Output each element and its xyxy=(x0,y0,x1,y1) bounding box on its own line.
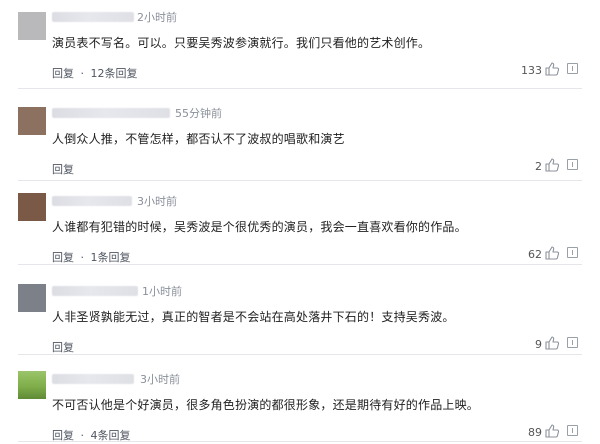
comment-item: 1小时前 人非圣贤孰能无过，真正的智者是不会站在高处落井下石的！支持吴秀波。 回… xyxy=(0,284,600,358)
reply-button[interactable]: 回复 xyxy=(52,67,74,80)
avatar[interactable] xyxy=(18,107,46,135)
view-replies-link[interactable]: 12条回复 xyxy=(91,67,138,80)
report-icon[interactable] xyxy=(567,63,578,74)
comment-item: 3小时前 人谁都有犯错的时候，吴秀波是个很优秀的演员，我会一直喜欢看你的作品。 … xyxy=(0,193,600,268)
comment-text: 不可否认他是个好演员，很多角色扮演的都很形象，还是期待有好的作品上映。 xyxy=(52,398,480,412)
thumbs-up-icon[interactable] xyxy=(544,245,560,261)
username[interactable] xyxy=(52,374,134,384)
like-count: 2 xyxy=(535,160,542,173)
separator: · xyxy=(80,251,85,264)
comment-time: 3小时前 xyxy=(137,195,177,208)
comment-list: 2小时前 演员表不写名。可以。只要吴秀波参演就行。我们只看他的艺术创作。 回复 … xyxy=(0,0,600,444)
comment-time: 2小时前 xyxy=(137,11,177,24)
report-icon[interactable] xyxy=(567,425,578,436)
divider xyxy=(18,264,582,265)
divider xyxy=(18,354,582,355)
reply-button[interactable]: 回复 xyxy=(52,163,74,176)
divider xyxy=(18,180,582,181)
avatar[interactable] xyxy=(18,193,46,221)
thumbs-up-icon[interactable] xyxy=(544,335,560,351)
reply-button[interactable]: 回复 xyxy=(52,251,74,264)
thumbs-up-icon[interactable] xyxy=(544,61,560,77)
comment-actions: 回复 xyxy=(52,339,74,355)
comment-item: 2小时前 演员表不写名。可以。只要吴秀波参演就行。我们只看他的艺术创作。 回复 … xyxy=(0,11,600,84)
comment-actions: 回复 · 12条回复 xyxy=(52,65,138,81)
username[interactable] xyxy=(52,12,134,22)
like-count: 133 xyxy=(521,64,542,77)
view-replies-link[interactable]: 1条回复 xyxy=(91,251,131,264)
comment-text: 演员表不写名。可以。只要吴秀波参演就行。我们只看他的艺术创作。 xyxy=(52,36,431,50)
avatar[interactable] xyxy=(18,12,46,40)
comment-text: 人非圣贤孰能无过，真正的智者是不会站在高处落井下石的！支持吴秀波。 xyxy=(52,310,455,324)
separator: · xyxy=(80,67,85,80)
like-count: 9 xyxy=(535,338,542,351)
thumbs-up-icon[interactable] xyxy=(544,423,560,439)
divider xyxy=(18,441,582,442)
comment-time: 3小时前 xyxy=(140,373,180,386)
comment-item: 55分钟前 人倒众人推，不管怎样，都否认不了波叔的唱歌和演艺 回复 2 xyxy=(0,107,600,180)
like-count: 62 xyxy=(528,248,542,261)
divider xyxy=(18,88,582,89)
comment-actions: 回复 xyxy=(52,161,74,177)
comment-item: 3小时前 不可否认他是个好演员，很多角色扮演的都很形象，还是期待有好的作品上映。… xyxy=(0,371,600,444)
comment-text: 人谁都有犯错的时候，吴秀波是个很优秀的演员，我会一直喜欢看你的作品。 xyxy=(52,220,467,234)
comment-text: 人倒众人推，不管怎样，都否认不了波叔的唱歌和演艺 xyxy=(52,132,345,146)
avatar[interactable] xyxy=(18,371,46,399)
report-icon[interactable] xyxy=(567,247,578,258)
avatar[interactable] xyxy=(18,284,46,312)
comment-time: 1小时前 xyxy=(142,285,182,298)
report-icon[interactable] xyxy=(567,159,578,170)
like-count: 89 xyxy=(528,426,542,439)
report-icon[interactable] xyxy=(567,337,578,348)
comment-time: 55分钟前 xyxy=(175,107,222,120)
thumbs-up-icon[interactable] xyxy=(544,157,560,173)
reply-button[interactable]: 回复 xyxy=(52,341,74,354)
username[interactable] xyxy=(52,196,132,206)
comment-actions: 回复 · 1条回复 xyxy=(52,249,131,265)
username[interactable] xyxy=(52,286,138,296)
username[interactable] xyxy=(52,108,170,118)
